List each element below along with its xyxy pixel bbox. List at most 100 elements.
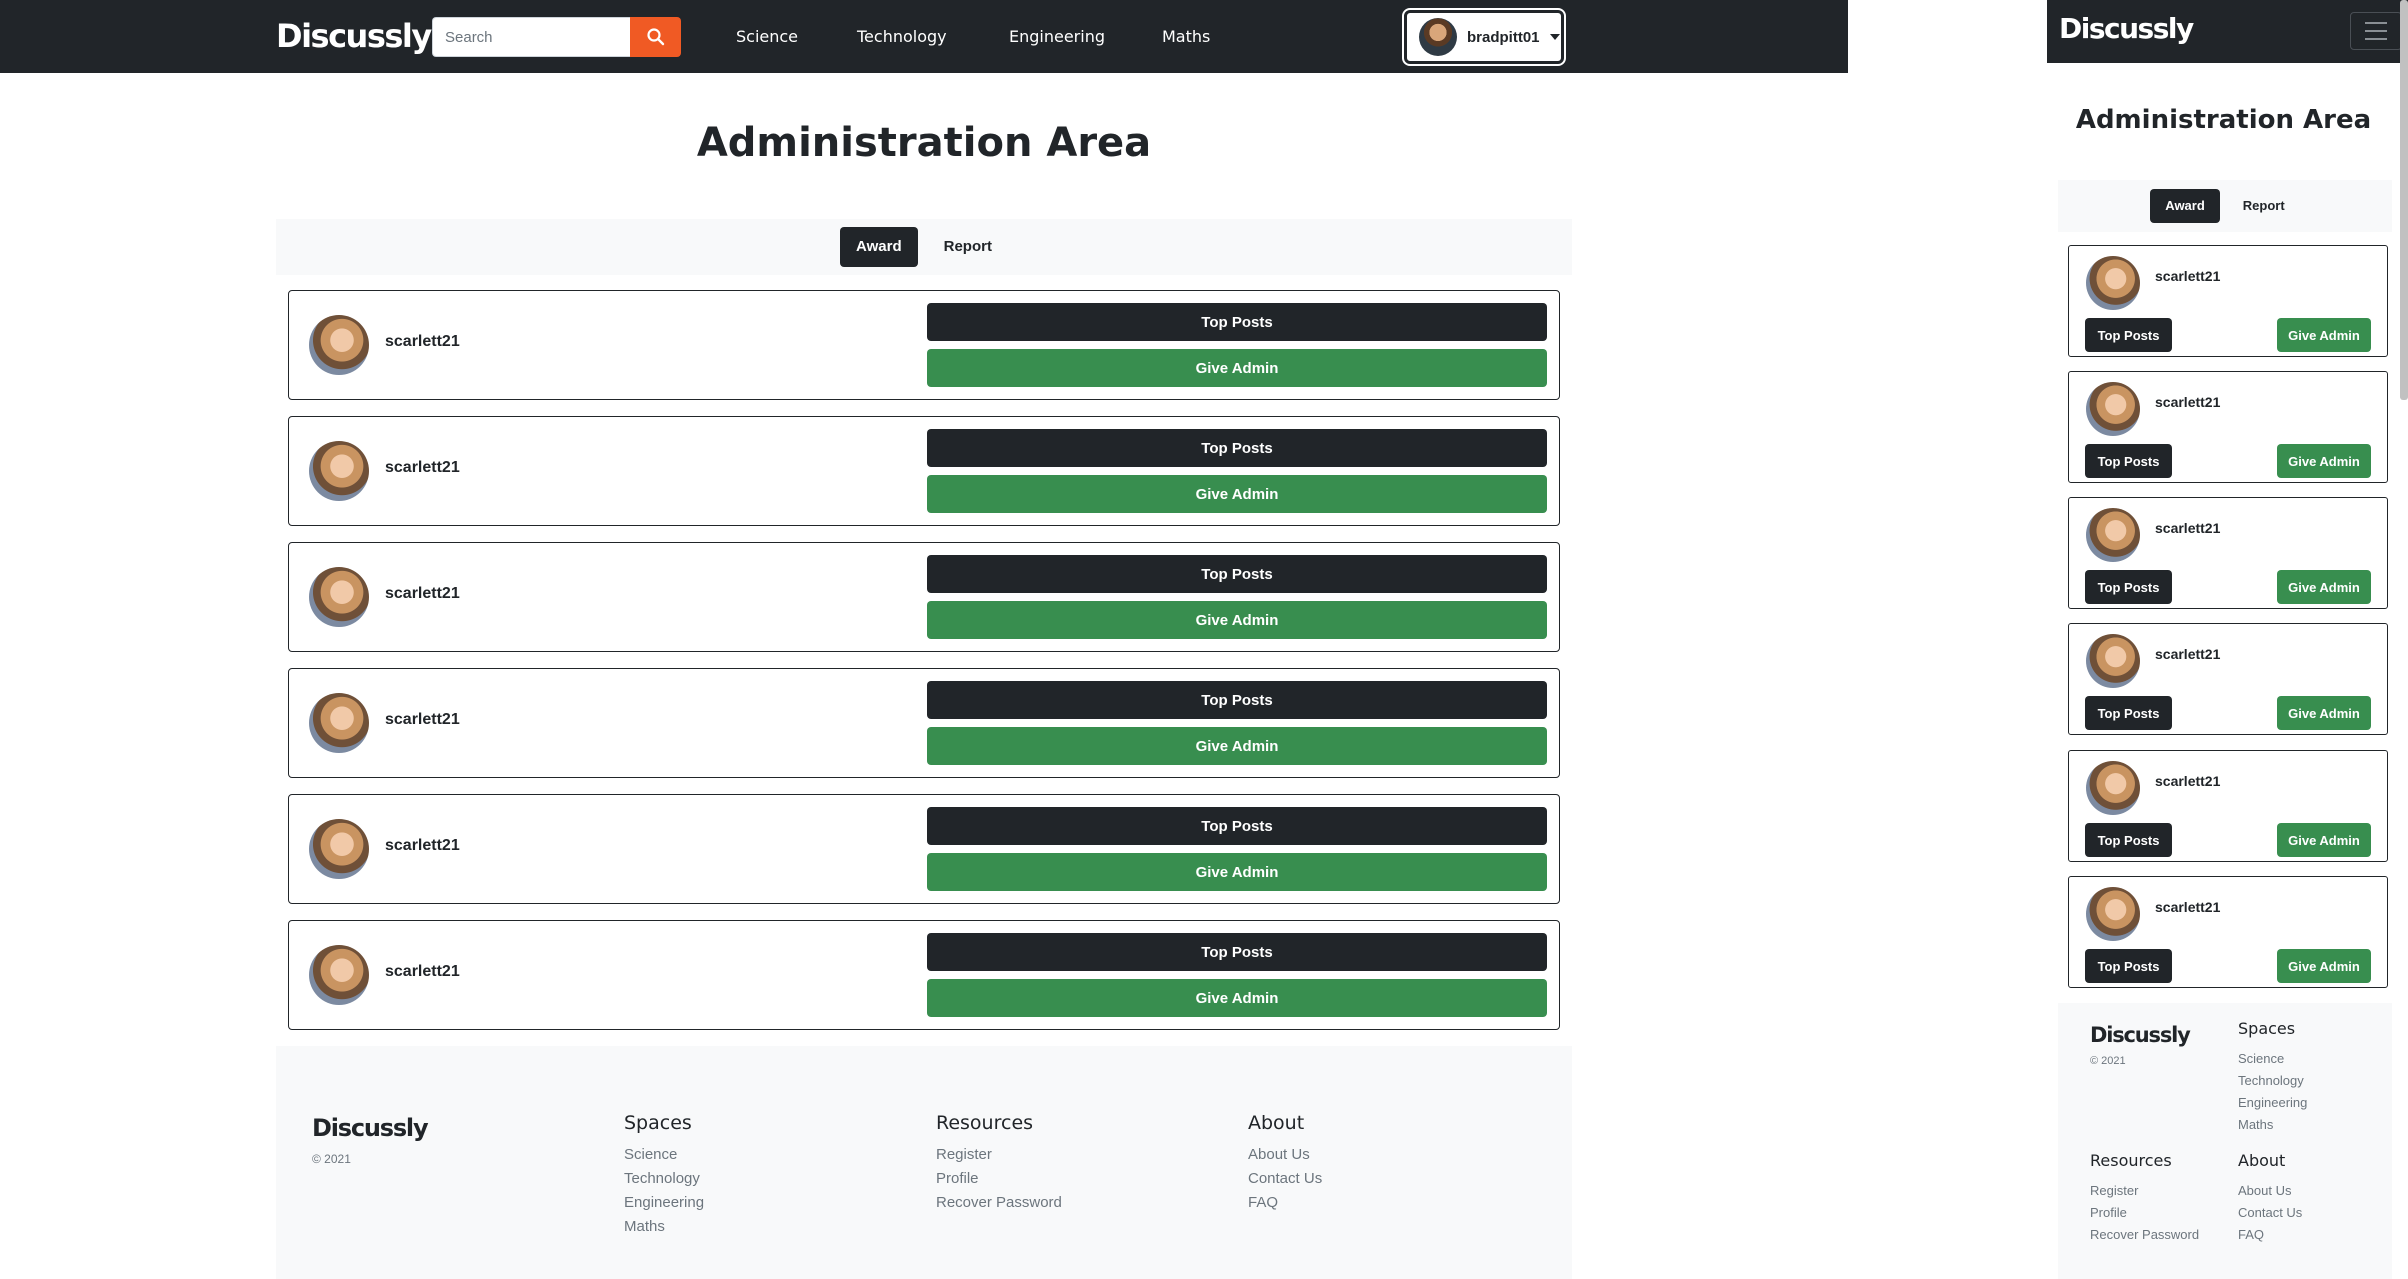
give-admin-button[interactable]: Give Admin xyxy=(2277,318,2371,352)
brand-logo[interactable]: Discussly xyxy=(276,17,432,55)
give-admin-button[interactable]: Give Admin xyxy=(927,349,1547,387)
user-card: scarlett21 Top Posts Give Admin xyxy=(288,668,1560,778)
tab-award[interactable]: Award xyxy=(840,227,918,267)
footer-link-technology[interactable]: Technology xyxy=(2238,1073,2304,1088)
footer-link-about-us[interactable]: About Us xyxy=(1248,1146,1310,1163)
give-admin-button[interactable]: Give Admin xyxy=(927,475,1547,513)
top-posts-button[interactable]: Top Posts xyxy=(2085,318,2172,352)
user-card-name: scarlett21 xyxy=(2155,394,2221,410)
top-posts-button[interactable]: Top Posts xyxy=(927,429,1547,467)
nav-link-technology[interactable]: Technology xyxy=(857,27,947,46)
user-avatar xyxy=(309,819,369,879)
brand-logo[interactable]: Discussly xyxy=(2059,12,2194,45)
user-dropdown[interactable]: bradpitt01 xyxy=(1404,10,1564,64)
footer-link-profile[interactable]: Profile xyxy=(936,1170,979,1187)
search-icon xyxy=(646,28,664,46)
nav-link-engineering[interactable]: Engineering xyxy=(1009,27,1105,46)
user-avatar xyxy=(2086,382,2140,436)
mobile-view: Discussly Administration Area Award Repo… xyxy=(2047,0,2408,1279)
tab-report[interactable]: Report xyxy=(2228,189,2300,223)
tab-award[interactable]: Award xyxy=(2150,189,2220,223)
top-posts-button[interactable]: Top Posts xyxy=(927,681,1547,719)
footer-link-engineering[interactable]: Engineering xyxy=(2238,1095,2307,1110)
footer-link-science[interactable]: Science xyxy=(2238,1051,2284,1066)
give-admin-button[interactable]: Give Admin xyxy=(927,979,1547,1017)
user-card-name: scarlett21 xyxy=(2155,773,2221,789)
footer-link-profile[interactable]: Profile xyxy=(2090,1205,2127,1220)
top-posts-button[interactable]: Top Posts xyxy=(2085,823,2172,857)
user-card: scarlett21 Top Posts Give Admin xyxy=(2068,750,2388,862)
footer-link-faq[interactable]: FAQ xyxy=(2238,1227,2264,1242)
footer-link-about-us[interactable]: About Us xyxy=(2238,1183,2291,1198)
give-admin-button[interactable]: Give Admin xyxy=(2277,444,2371,478)
give-admin-button[interactable]: Give Admin xyxy=(2277,949,2371,983)
footer: Discussly © 2021 Spaces Science Technolo… xyxy=(2058,1003,2392,1279)
user-avatar xyxy=(2086,634,2140,688)
user-avatar xyxy=(2086,508,2140,562)
admin-tabs: Award Report xyxy=(2058,180,2392,232)
user-card-name: scarlett21 xyxy=(2155,646,2221,662)
footer-heading-about: About xyxy=(1248,1112,1305,1134)
search-button[interactable] xyxy=(630,17,681,57)
user-card: scarlett21 Top Posts Give Admin xyxy=(288,416,1560,526)
user-card-name: scarlett21 xyxy=(385,333,460,350)
top-posts-button[interactable]: Top Posts xyxy=(2085,949,2172,983)
footer-link-register[interactable]: Register xyxy=(936,1146,992,1163)
search-form xyxy=(432,17,681,57)
footer-brand: Discussly xyxy=(2090,1023,2191,1047)
hamburger-menu-icon[interactable] xyxy=(2350,12,2402,50)
search-input[interactable] xyxy=(432,17,630,57)
scrollbar[interactable] xyxy=(2400,0,2408,400)
footer-link-faq[interactable]: FAQ xyxy=(1248,1194,1278,1211)
nav-link-maths[interactable]: Maths xyxy=(1162,27,1210,46)
mobile-navbar: Discussly xyxy=(2047,0,2408,63)
top-posts-button[interactable]: Top Posts xyxy=(2085,444,2172,478)
footer-link-maths[interactable]: Maths xyxy=(2238,1117,2273,1132)
footer-heading-resources: Resources xyxy=(2090,1151,2172,1170)
footer-link-recover-password[interactable]: Recover Password xyxy=(2090,1227,2199,1242)
footer-link-register[interactable]: Register xyxy=(2090,1183,2138,1198)
give-admin-button[interactable]: Give Admin xyxy=(2277,823,2371,857)
top-posts-button[interactable]: Top Posts xyxy=(2085,696,2172,730)
page-title: Administration Area xyxy=(2075,105,2372,135)
top-posts-button[interactable]: Top Posts xyxy=(927,807,1547,845)
user-card: scarlett21 Top Posts Give Admin xyxy=(288,920,1560,1030)
user-avatar xyxy=(309,567,369,627)
user-card-name: scarlett21 xyxy=(2155,268,2221,284)
top-navbar: Discussly Science Technology Engineering… xyxy=(0,0,1848,73)
footer-link-maths[interactable]: Maths xyxy=(624,1218,665,1235)
footer-copyright: © 2021 xyxy=(312,1152,351,1166)
top-posts-button[interactable]: Top Posts xyxy=(2085,570,2172,604)
footer-brand: Discussly xyxy=(312,1114,429,1142)
footer-heading-resources: Resources xyxy=(936,1112,1034,1134)
user-card-name: scarlett21 xyxy=(385,837,460,854)
give-admin-button[interactable]: Give Admin xyxy=(927,727,1547,765)
top-posts-button[interactable]: Top Posts xyxy=(927,933,1547,971)
footer-link-technology[interactable]: Technology xyxy=(624,1170,700,1187)
give-admin-button[interactable]: Give Admin xyxy=(927,601,1547,639)
page-title: Administration Area xyxy=(696,120,1152,166)
footer-link-science[interactable]: Science xyxy=(624,1146,677,1163)
footer-link-recover-password[interactable]: Recover Password xyxy=(936,1194,1062,1211)
user-card-name: scarlett21 xyxy=(2155,520,2221,536)
user-card: scarlett21 Top Posts Give Admin xyxy=(288,794,1560,904)
top-posts-button[interactable]: Top Posts xyxy=(927,555,1547,593)
user-card-name: scarlett21 xyxy=(385,585,460,602)
user-avatar xyxy=(2086,256,2140,310)
give-admin-button[interactable]: Give Admin xyxy=(927,853,1547,891)
nav-link-science[interactable]: Science xyxy=(736,27,798,46)
footer-link-contact-us[interactable]: Contact Us xyxy=(2238,1205,2302,1220)
user-card: scarlett21 Top Posts Give Admin xyxy=(2068,371,2388,483)
footer-link-engineering[interactable]: Engineering xyxy=(624,1194,704,1211)
user-avatar xyxy=(309,693,369,753)
tab-report[interactable]: Report xyxy=(928,227,1008,267)
user-avatar xyxy=(2086,887,2140,941)
footer-copyright: © 2021 xyxy=(2090,1055,2126,1067)
footer-link-contact-us[interactable]: Contact Us xyxy=(1248,1170,1322,1187)
user-card-name: scarlett21 xyxy=(385,459,460,476)
user-card-name: scarlett21 xyxy=(385,963,460,980)
give-admin-button[interactable]: Give Admin xyxy=(2277,570,2371,604)
user-avatar xyxy=(309,441,369,501)
top-posts-button[interactable]: Top Posts xyxy=(927,303,1547,341)
give-admin-button[interactable]: Give Admin xyxy=(2277,696,2371,730)
